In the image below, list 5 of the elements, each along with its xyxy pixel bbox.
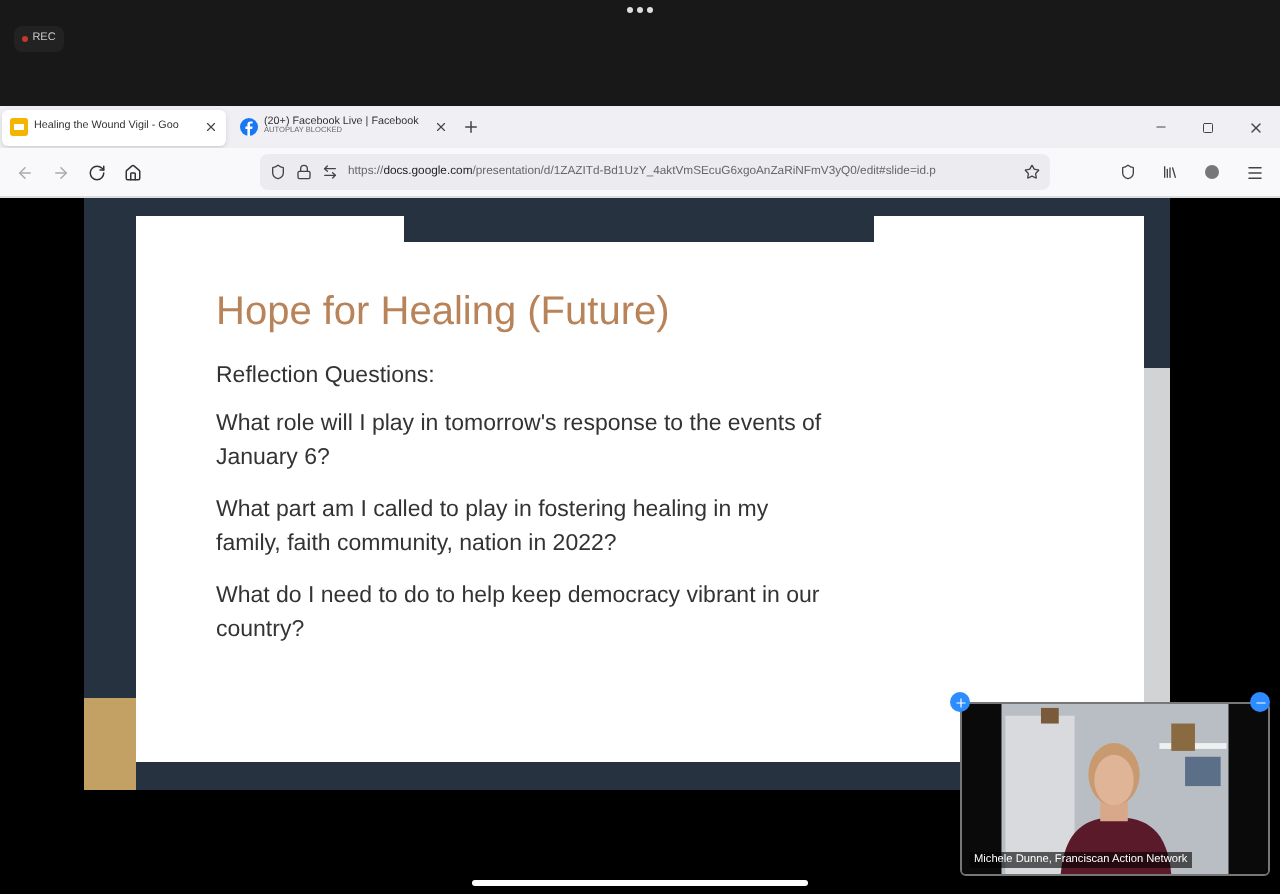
slide-heading: Reflection Questions: [216,362,437,391]
slide-question: What role will I play in tomorrow's response to the events of January 6? [216,410,824,475]
slide-title: Hope for Healing (Future) [216,292,672,332]
slide-question: What do I need to do to help keep democracy vibrant in our country? [216,582,822,647]
slide-question: What part am I called to play in fostering healing in my family, faith community, nation in 2022? [216,496,771,561]
